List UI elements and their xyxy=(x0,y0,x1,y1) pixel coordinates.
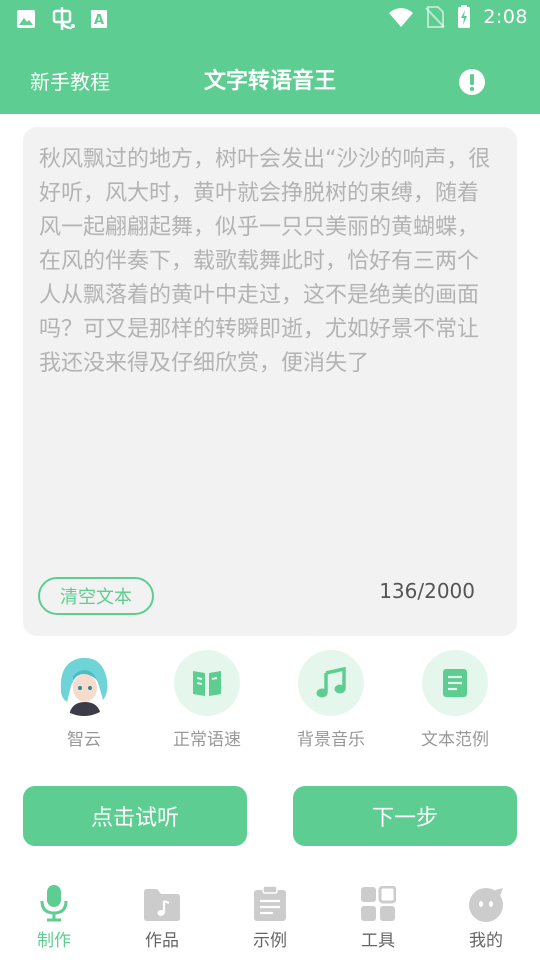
tab-label: 作品 xyxy=(145,931,179,951)
voice-avatar xyxy=(51,650,117,716)
document-icon xyxy=(422,650,488,716)
face-icon xyxy=(469,888,503,922)
background-music-label: 背景音乐 xyxy=(297,730,365,750)
speed-label: 正常语速 xyxy=(173,730,241,750)
tab-tools[interactable]: 工具 xyxy=(324,880,432,951)
preview-button[interactable]: 点击试听 xyxy=(23,786,247,846)
grid-icon xyxy=(361,886,396,921)
status-bar: A 2:08 xyxy=(0,0,540,36)
voice-label: 智云 xyxy=(67,730,101,750)
app-bar: 新手教程 文字转语音王 xyxy=(0,36,540,114)
clock: 2:08 xyxy=(483,6,528,28)
background-music-selector[interactable]: 背景音乐 xyxy=(276,650,386,750)
character-counter: 136/2000 xyxy=(379,579,475,603)
microphone-icon xyxy=(40,885,68,922)
tab-mine[interactable]: 我的 xyxy=(432,880,540,951)
no-sim-icon xyxy=(425,6,446,28)
image-icon xyxy=(17,10,35,28)
tab-label: 我的 xyxy=(469,931,503,951)
clipboard-icon xyxy=(254,886,286,921)
music-note-icon xyxy=(298,650,364,716)
wifi-icon xyxy=(389,8,414,27)
clear-text-button[interactable]: 清空文本 xyxy=(38,577,154,615)
folder-music-icon xyxy=(144,889,180,921)
tab-label: 示例 xyxy=(253,931,287,951)
svg-text:A: A xyxy=(94,13,104,28)
a-icon: A xyxy=(91,10,107,28)
text-editor-card: 秋风飘过的地方，树叶会发出“沙沙的响声，很好听，风大时，黄叶就会挣脱树的束缚，随… xyxy=(23,127,517,636)
text-input[interactable]: 秋风飘过的地方，树叶会发出“沙沙的响声，很好听，风大时，黄叶就会挣脱树的束缚，随… xyxy=(39,143,499,381)
text-sample-label: 文本范例 xyxy=(421,730,489,750)
bug-icon xyxy=(52,7,75,30)
tab-label: 工具 xyxy=(361,931,395,951)
next-button[interactable]: 下一步 xyxy=(293,786,517,846)
tab-make[interactable]: 制作 xyxy=(0,880,108,951)
tab-label: 制作 xyxy=(37,931,71,951)
tab-works[interactable]: 作品 xyxy=(108,880,216,951)
tab-examples[interactable]: 示例 xyxy=(216,880,324,951)
bottom-tab-bar: 制作 作品 示例 工具 我的 xyxy=(0,880,540,960)
tool-options: 智云 正常语速 背景音乐 文本范例 xyxy=(0,650,540,760)
speed-selector[interactable]: 正常语速 xyxy=(152,650,262,750)
battery-charging-icon xyxy=(458,5,471,28)
book-icon xyxy=(174,650,240,716)
exclamation-icon[interactable] xyxy=(458,68,486,96)
voice-selector[interactable]: 智云 xyxy=(29,650,139,750)
text-sample-selector[interactable]: 文本范例 xyxy=(400,650,510,750)
